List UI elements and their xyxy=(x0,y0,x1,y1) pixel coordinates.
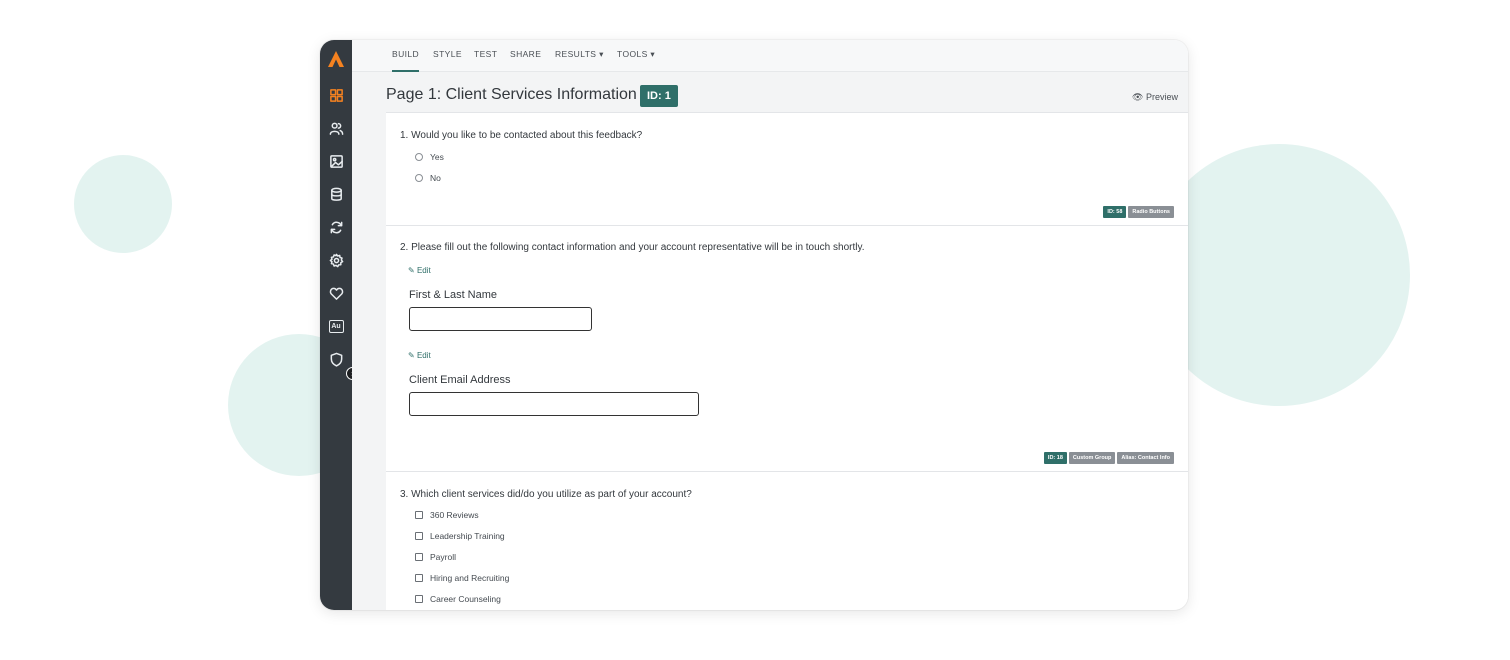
question-tags: ID: 18 Custom Group Alias: Contact Info xyxy=(1043,452,1174,464)
option-label: Career Counseling xyxy=(430,594,501,604)
au-icon[interactable]: Au xyxy=(325,315,347,337)
tab-tools[interactable]: TOOLS ▾ xyxy=(617,40,655,72)
checkbox[interactable] xyxy=(415,532,423,540)
radio-button[interactable] xyxy=(415,174,423,182)
checkbox-option[interactable]: Career Counseling xyxy=(415,594,501,604)
question-card-2[interactable]: 2. Please fill out the following contact… xyxy=(386,225,1188,471)
question-type-tag: Custom Group xyxy=(1068,452,1116,464)
checkbox-option[interactable]: Leadership Training xyxy=(415,531,505,541)
au-icon-label: Au xyxy=(328,319,344,333)
app-window: Au › BUILD STYLE TEST SHARE RESULTS ▾ TO… xyxy=(320,40,1188,610)
checkbox-option[interactable]: 360 Reviews xyxy=(415,510,479,520)
tab-share[interactable]: SHARE xyxy=(510,40,541,72)
checkbox[interactable] xyxy=(415,511,423,519)
question-card-3[interactable]: 3. Which client services did/do you util… xyxy=(386,471,1188,610)
page-title: Page 1: Client Services Information xyxy=(386,86,637,103)
option-label: Hiring and Recruiting xyxy=(430,573,510,583)
builder-content: Page 1: Client Services Information ID: … xyxy=(352,72,1188,610)
edit-link[interactable]: ✎ Edit xyxy=(408,351,431,360)
email-input[interactable] xyxy=(409,392,699,416)
checkbox[interactable] xyxy=(415,553,423,561)
question-card-1[interactable]: 1. Would you like to be contacted about … xyxy=(386,112,1188,225)
radio-option-yes[interactable]: Yes xyxy=(415,152,444,162)
question-title: 1. Would you like to be contacted about … xyxy=(400,130,643,141)
top-nav: BUILD STYLE TEST SHARE RESULTS ▾ TOOLS ▾ xyxy=(352,40,1188,72)
question-type-tag: Radio Buttons xyxy=(1128,206,1174,218)
stage: Au › BUILD STYLE TEST SHARE RESULTS ▾ TO… xyxy=(0,0,1510,660)
checkbox[interactable] xyxy=(415,574,423,582)
gear-icon[interactable] xyxy=(325,249,347,271)
option-label: No xyxy=(430,173,441,183)
sync-icon[interactable] xyxy=(325,216,347,238)
radio-button[interactable] xyxy=(415,153,423,161)
question-title: 3. Which client services did/do you util… xyxy=(400,489,692,500)
field-label-email: Client Email Address xyxy=(409,374,511,386)
checkbox-option[interactable]: Payroll xyxy=(415,552,456,562)
checkbox-option[interactable]: Hiring and Recruiting xyxy=(415,573,509,583)
preview-label: Preview xyxy=(1145,92,1178,102)
question-id-tag: ID: 18 xyxy=(1043,452,1067,464)
pencil-icon: ✎ xyxy=(408,351,415,360)
sidebar: Au xyxy=(320,40,352,610)
tab-build[interactable]: BUILD xyxy=(392,40,420,72)
field-label-name: First & Last Name xyxy=(409,289,498,301)
radio-option-no[interactable]: No xyxy=(415,173,441,183)
page-id-badge: ID: 1 xyxy=(640,85,678,107)
heart-icon[interactable] xyxy=(325,282,347,304)
dashboard-icon[interactable] xyxy=(325,84,347,106)
tab-results[interactable]: RESULTS ▾ xyxy=(555,40,604,72)
tab-style[interactable]: STYLE xyxy=(433,40,462,72)
image-icon[interactable] xyxy=(325,150,347,172)
eye-icon: 👁 xyxy=(1132,92,1144,102)
users-icon[interactable] xyxy=(325,117,347,139)
option-label: Yes xyxy=(430,152,444,162)
option-label: 360 Reviews xyxy=(430,510,479,520)
logo-icon[interactable] xyxy=(320,40,352,78)
edit-link[interactable]: ✎ Edit xyxy=(408,266,431,275)
question-title: 2. Please fill out the following contact… xyxy=(400,242,865,253)
edit-label: Edit xyxy=(416,351,431,360)
question-tags: ID: 58 Radio Buttons xyxy=(1103,206,1174,218)
tab-test[interactable]: TEST xyxy=(474,40,497,72)
checkbox[interactable] xyxy=(415,595,423,603)
database-icon[interactable] xyxy=(325,183,347,205)
shield-icon[interactable] xyxy=(325,348,347,370)
preview-link[interactable]: 👁 Preview xyxy=(1132,92,1178,103)
edit-label: Edit xyxy=(416,266,431,275)
option-label: Leadership Training xyxy=(430,531,505,541)
question-id-tag: ID: 58 xyxy=(1103,206,1127,218)
pencil-icon: ✎ xyxy=(408,266,415,275)
question-alias-tag: Alias: Contact Info xyxy=(1117,452,1174,464)
option-label: Payroll xyxy=(430,552,456,562)
decor-circle xyxy=(74,155,172,253)
name-input[interactable] xyxy=(409,307,592,331)
